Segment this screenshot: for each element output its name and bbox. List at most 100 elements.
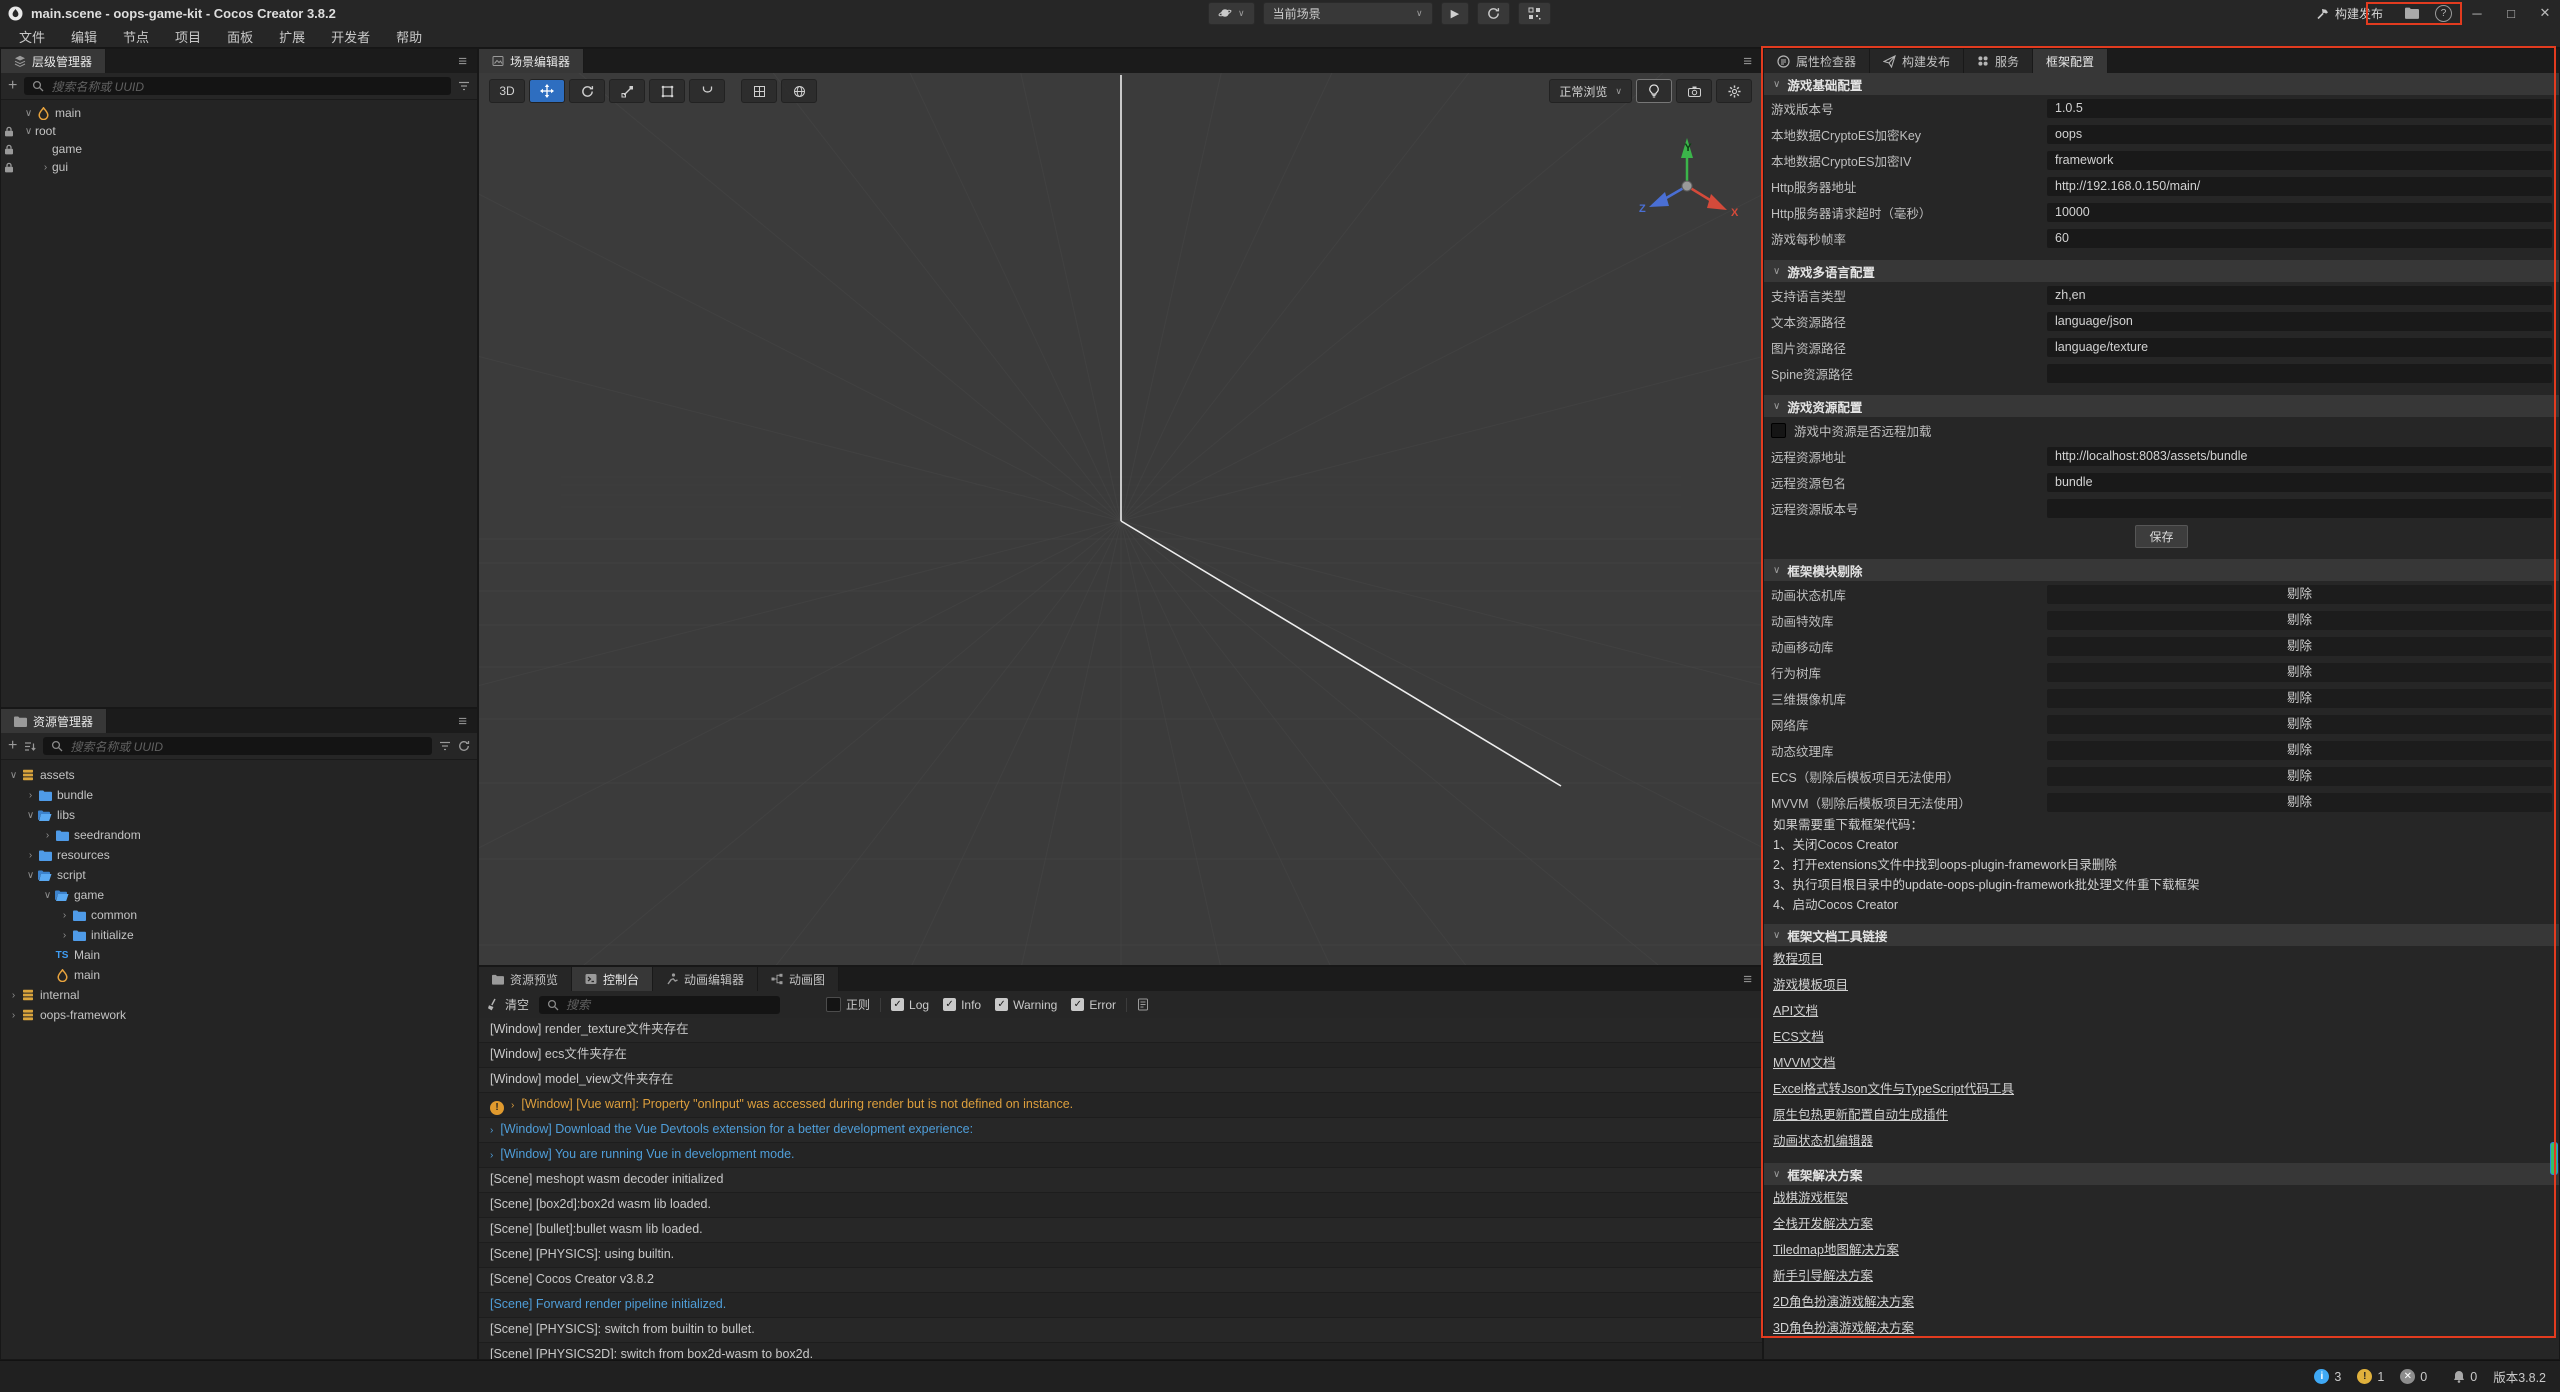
minimize-button[interactable]: ─ [2468, 6, 2486, 21]
info-count-badge[interactable]: i 3 [2314, 1369, 2341, 1384]
tree-node-Main[interactable]: TSMain [1, 945, 477, 965]
doc-link-Tiledmap地图解决方案[interactable]: Tiledmap地图解决方案 [1764, 1237, 2559, 1263]
field-input-Http服务器请求超时（毫秒）[interactable]: 10000 [2047, 203, 2552, 222]
tab-动画图[interactable]: 动画图 [758, 967, 839, 991]
expand-arrow-icon[interactable]: › [7, 1010, 20, 1021]
expand-arrow-icon[interactable]: › [58, 930, 71, 941]
console-log-row[interactable]: [Scene] [box2d]:box2d wasm lib loaded. [479, 1193, 1762, 1218]
remove-module-button[interactable]: 剔除 [2047, 637, 2552, 656]
field-input-远程资源包名[interactable]: bundle [2047, 473, 2552, 492]
tab-资源预览[interactable]: 资源预览 [479, 967, 572, 991]
menubar-item-帮助[interactable]: 帮助 [385, 26, 433, 47]
expand-arrow-icon[interactable]: › [58, 910, 71, 921]
warning-count-badge[interactable]: ! 1 [2357, 1369, 2384, 1384]
console-log-row[interactable]: [Window] ecs文件夹存在 [479, 1043, 1762, 1068]
sort-icon[interactable] [24, 741, 36, 752]
hierarchy-search-input[interactable]: 搜索名称或 UUID [24, 77, 451, 95]
remove-module-button[interactable]: 剔除 [2047, 715, 2552, 734]
filter-checkbox-Warning[interactable]: ✓Warning [995, 998, 1057, 1012]
field-input-图片资源路径[interactable]: language/texture [2047, 338, 2552, 357]
field-input-远程资源版本号[interactable] [2047, 499, 2552, 518]
doc-link-动画状态机编辑器[interactable]: 动画状态机编辑器 [1764, 1128, 2559, 1154]
tab-scene-editor[interactable]: 场景编辑器 [479, 49, 584, 73]
collapse-arrow-icon[interactable]: ∨ [22, 126, 35, 137]
notification-badge[interactable]: 0 [2453, 1370, 2477, 1384]
tree-node-main[interactable]: ∨main [1, 104, 477, 122]
tree-node-initialize[interactable]: ›initialize [1, 925, 477, 945]
maximize-button[interactable]: □ [2502, 6, 2520, 21]
console-log-row[interactable]: [Scene] [PHYSICS]: switch from builtin t… [479, 1318, 1762, 1343]
scene-camera-button[interactable] [1676, 79, 1712, 103]
console-log-row[interactable]: [Scene] [bullet]:bullet wasm lib loaded. [479, 1218, 1762, 1243]
log-file-icon[interactable] [1137, 998, 1149, 1011]
regex-checkbox[interactable]: 正则 [826, 996, 870, 1013]
field-input-Spine资源路径[interactable] [2047, 364, 2552, 383]
doc-link-教程项目[interactable]: 教程项目 [1764, 946, 2559, 972]
field-input-文本资源路径[interactable]: language/json [2047, 312, 2552, 331]
expand-chevron-icon[interactable]: › [511, 1100, 514, 1111]
scene-menu-icon[interactable]: ≡ [1733, 49, 1762, 73]
remove-module-button[interactable]: 剔除 [2047, 741, 2552, 760]
console-log-row[interactable]: [Scene] Forward render pipeline initiali… [479, 1293, 1762, 1318]
expand-arrow-icon[interactable]: › [39, 162, 52, 173]
menubar-item-项目[interactable]: 项目 [164, 26, 212, 47]
console-log-row[interactable]: !›[Window] [Vue warn]: Property "onInput… [479, 1093, 1762, 1118]
expand-arrow-icon[interactable]: › [41, 830, 54, 841]
section-header-游戏基础配置[interactable]: ∨游戏基础配置 [1764, 73, 2559, 95]
section-header-游戏多语言配置[interactable]: ∨游戏多语言配置 [1764, 260, 2559, 282]
remove-module-button[interactable]: 剔除 [2047, 585, 2552, 604]
menubar-item-编辑[interactable]: 编辑 [60, 26, 108, 47]
console-log-row[interactable]: [Window] model_view文件夹存在 [479, 1068, 1762, 1093]
remove-module-button[interactable]: 剔除 [2047, 663, 2552, 682]
add-node-button[interactable]: + [8, 77, 17, 95]
space-toggle-button[interactable] [781, 79, 817, 103]
field-input-游戏每秒帧率[interactable]: 60 [2047, 229, 2552, 248]
field-input-游戏版本号[interactable]: 1.0.5 [2047, 99, 2552, 118]
rect-tool-button[interactable] [649, 79, 685, 103]
tree-node-main[interactable]: main [1, 965, 477, 985]
tree-node-libs[interactable]: ∨libs [1, 805, 477, 825]
console-menu-icon[interactable]: ≡ [1733, 967, 1762, 991]
scrollbar-thumb[interactable] [2550, 1142, 2558, 1175]
pivot-toggle-button[interactable] [741, 79, 777, 103]
filter-checkbox-Log[interactable]: ✓Log [891, 998, 929, 1012]
collapse-arrow-icon[interactable]: ∨ [24, 870, 37, 881]
help-icon[interactable]: ? [2435, 5, 2452, 22]
play-button[interactable]: ▶ [1441, 2, 1469, 25]
tab-动画编辑器[interactable]: 动画编辑器 [653, 967, 758, 991]
field-input-本地数据CryptoES加密Key[interactable]: oops [2047, 125, 2552, 144]
tree-node-common[interactable]: ›common [1, 905, 477, 925]
scale-tool-button[interactable] [609, 79, 645, 103]
transform-gizmo-button[interactable] [689, 79, 725, 103]
scene-selector-dropdown[interactable]: 当前场景 ∨ [1263, 2, 1433, 25]
filter-icon[interactable] [439, 741, 451, 751]
preview-qr-button[interactable] [1518, 2, 1551, 25]
mode-3d-toggle[interactable]: 3D [489, 79, 525, 103]
platform-preview-button[interactable]: ∨ [1208, 2, 1255, 25]
console-log-row[interactable]: [Scene] [PHYSICS2D]: switch from box2d-w… [479, 1343, 1762, 1359]
tree-node-script[interactable]: ∨script [1, 865, 477, 885]
menubar-item-开发者[interactable]: 开发者 [320, 26, 381, 47]
scene-settings-button[interactable] [1716, 79, 1752, 103]
field-input-远程资源地址[interactable]: http://localhost:8083/assets/bundle [2047, 447, 2552, 466]
doc-link-原生包热更新配置自动生成插件[interactable]: 原生包热更新配置自动生成插件 [1764, 1102, 2559, 1128]
tab-assets[interactable]: 资源管理器 [1, 709, 107, 733]
add-asset-button[interactable]: + [8, 737, 17, 755]
doc-link-全栈开发解决方案[interactable]: 全栈开发解决方案 [1764, 1211, 2559, 1237]
tab-服务[interactable]: 服务 [1964, 49, 2033, 73]
doc-link-Excel格式转Json文件与TypeScript代码工具[interactable]: Excel格式转Json文件与TypeScript代码工具 [1764, 1076, 2559, 1102]
tree-node-assets[interactable]: ∨assets [1, 765, 477, 785]
build-publish-button[interactable]: 构建发布 [2310, 5, 2389, 22]
assets-menu-icon[interactable]: ≡ [448, 709, 477, 733]
collapse-arrow-icon[interactable]: ∨ [7, 770, 20, 781]
error-count-badge[interactable]: ✕ 0 [2400, 1369, 2427, 1384]
doc-link-3D角色扮演游戏解决方案[interactable]: 3D角色扮演游戏解决方案 [1764, 1315, 2559, 1341]
section-header-框架文档工具链接[interactable]: ∨框架文档工具链接 [1764, 924, 2559, 946]
menubar-item-文件[interactable]: 文件 [8, 26, 56, 47]
doc-link-MVVM文档[interactable]: MVVM文档 [1764, 1050, 2559, 1076]
close-button[interactable]: ✕ [2536, 5, 2554, 21]
scene-viewport[interactable]: Y X Z 3D [479, 73, 1762, 965]
move-tool-button[interactable] [529, 79, 565, 103]
menubar-item-面板[interactable]: 面板 [216, 26, 264, 47]
console-log-row[interactable]: ›[Window] Download the Vue Devtools exte… [479, 1118, 1762, 1143]
